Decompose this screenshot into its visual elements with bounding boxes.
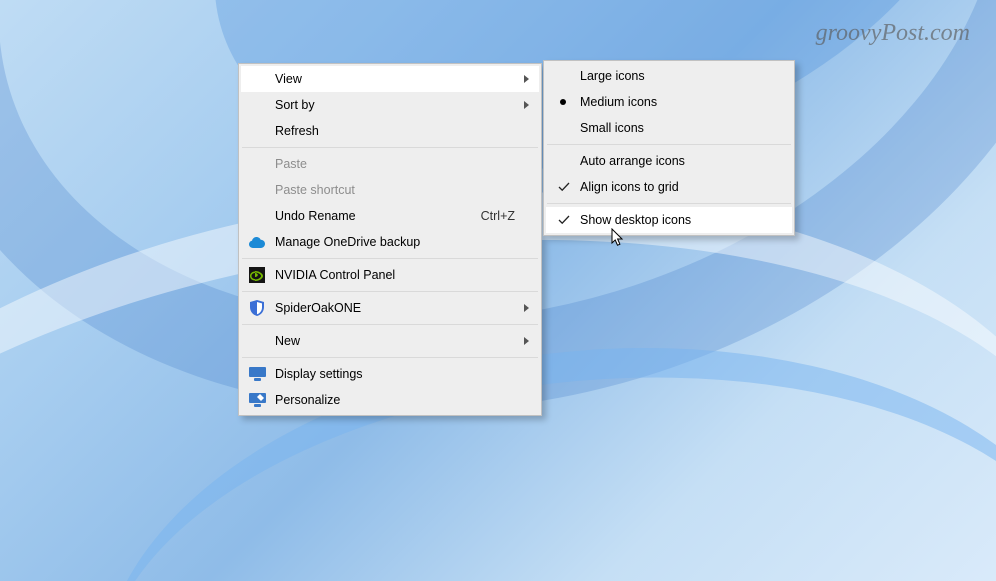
menu-label: Large icons (580, 69, 768, 83)
desktop-context-menu: View Sort by Refresh Paste Paste shortcu… (238, 63, 542, 416)
personalize-icon (248, 391, 266, 409)
chevron-right-icon (524, 304, 529, 312)
separator (242, 147, 538, 148)
chevron-right-icon (524, 337, 529, 345)
separator (242, 324, 538, 325)
menu-item-display-settings[interactable]: Display settings (241, 361, 539, 387)
menu-item-view[interactable]: View (241, 66, 539, 92)
submenu-item-auto-arrange[interactable]: Auto arrange icons (546, 148, 792, 174)
menu-label: Paste (275, 157, 515, 171)
menu-item-paste: Paste (241, 151, 539, 177)
menu-label: Medium icons (580, 95, 768, 109)
menu-item-paste-shortcut: Paste shortcut (241, 177, 539, 203)
menu-label: Display settings (275, 367, 515, 381)
chevron-right-icon (524, 101, 529, 109)
menu-label: NVIDIA Control Panel (275, 268, 515, 282)
menu-item-nvidia-control-panel[interactable]: NVIDIA Control Panel (241, 262, 539, 288)
separator (242, 258, 538, 259)
checkmark-icon (558, 214, 570, 226)
menu-label: Small icons (580, 121, 768, 135)
submenu-item-show-desktop-icons[interactable]: Show desktop icons (546, 207, 792, 233)
shield-icon (248, 299, 266, 317)
checkmark-icon (558, 181, 570, 193)
menu-item-sort-by[interactable]: Sort by (241, 92, 539, 118)
menu-label: Align icons to grid (580, 180, 768, 194)
monitor-icon (248, 365, 266, 383)
menu-label: SpiderOakONE (275, 301, 515, 315)
menu-label: Personalize (275, 393, 515, 407)
menu-label: View (275, 72, 515, 86)
submenu-item-medium-icons[interactable]: Medium icons (546, 89, 792, 115)
separator (547, 144, 791, 145)
view-submenu: Large icons Medium icons Small icons Aut… (543, 60, 795, 236)
menu-label: Sort by (275, 98, 515, 112)
submenu-item-small-icons[interactable]: Small icons (546, 115, 792, 141)
menu-label: Paste shortcut (275, 183, 515, 197)
menu-label: New (275, 334, 515, 348)
menu-item-spideroak[interactable]: SpiderOakONE (241, 295, 539, 321)
menu-item-personalize[interactable]: Personalize (241, 387, 539, 413)
watermark-text: groovyPost.com (816, 20, 970, 47)
menu-item-refresh[interactable]: Refresh (241, 118, 539, 144)
menu-label: Refresh (275, 124, 515, 138)
menu-item-new[interactable]: New (241, 328, 539, 354)
keyboard-accelerator: Ctrl+Z (481, 209, 515, 223)
submenu-item-align-to-grid[interactable]: Align icons to grid (546, 174, 792, 200)
menu-label: Undo Rename (275, 209, 461, 223)
submenu-item-large-icons[interactable]: Large icons (546, 63, 792, 89)
separator (547, 203, 791, 204)
menu-label: Show desktop icons (580, 213, 768, 227)
chevron-right-icon (524, 75, 529, 83)
menu-item-onedrive-backup[interactable]: Manage OneDrive backup (241, 229, 539, 255)
menu-item-undo-rename[interactable]: Undo Rename Ctrl+Z (241, 203, 539, 229)
nvidia-icon (248, 266, 266, 284)
menu-label: Manage OneDrive backup (275, 235, 515, 249)
separator (242, 291, 538, 292)
cloud-icon (248, 233, 266, 251)
menu-label: Auto arrange icons (580, 154, 768, 168)
separator (242, 357, 538, 358)
radio-bullet-icon (560, 99, 566, 105)
